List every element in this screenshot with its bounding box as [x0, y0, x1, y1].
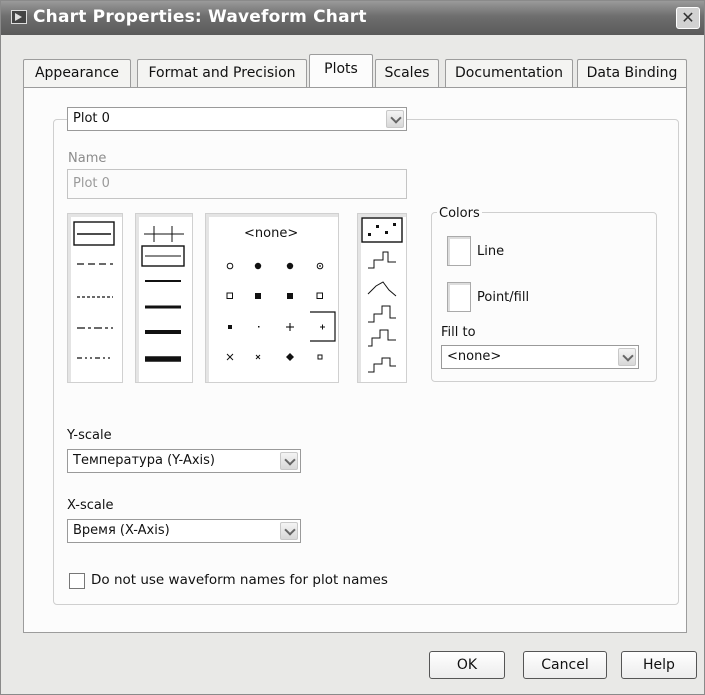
- x-scale-value: Время (X-Axis): [73, 523, 170, 538]
- interpolation-options[interactable]: [358, 214, 408, 384]
- interpolation-selected-box: [361, 217, 403, 243]
- fill-to-select[interactable]: <none>: [441, 345, 639, 369]
- interpolation-step-right[interactable]: [368, 305, 396, 323]
- point-square-dot[interactable]: [316, 292, 323, 299]
- chevron-down-icon[interactable]: [280, 452, 298, 470]
- point-small-square[interactable]: [228, 325, 232, 329]
- waveform-names-checkbox[interactable]: [69, 573, 85, 589]
- line-color-label: Line: [477, 244, 505, 259]
- fill-to-value: <none>: [447, 349, 502, 364]
- point-style-picker[interactable]: <none>: [205, 213, 339, 383]
- chevron-down-icon[interactable]: [618, 348, 636, 366]
- point-fill-label: Point/fill: [477, 290, 530, 305]
- interpolation-picker[interactable]: [357, 213, 407, 383]
- fill-to-label: Fill to: [441, 325, 476, 340]
- y-scale-label: Y-scale: [67, 428, 112, 443]
- line-width-options[interactable]: [136, 214, 194, 384]
- chevron-down-icon[interactable]: [280, 522, 298, 540]
- name-field-value: Plot 0: [73, 176, 110, 191]
- plot-selector[interactable]: Plot 0: [67, 107, 407, 131]
- line-style-options[interactable]: [68, 214, 124, 384]
- waveform-names-label: Do not use waveform names for plot names: [91, 572, 388, 588]
- tab-plots[interactable]: Plots: [309, 54, 373, 87]
- chart-properties-dialog: Chart Properties: Waveform Chart ✕ Appea…: [0, 0, 705, 695]
- app-icon: [11, 10, 27, 24]
- point-circle-dot-center: [319, 265, 321, 267]
- line-color-swatch[interactable]: [447, 236, 471, 266]
- line-width-picker[interactable]: [135, 213, 193, 383]
- point-filled-circle[interactable]: [254, 262, 262, 270]
- title-bar[interactable]: Chart Properties: Waveform Chart ✕: [1, 1, 704, 35]
- point-filled-square-large[interactable]: [287, 293, 293, 299]
- tab-documentation[interactable]: Documentation: [445, 59, 573, 87]
- point-pixel[interactable]: [258, 326, 260, 328]
- chevron-down-icon[interactable]: [386, 110, 404, 128]
- interpolation-step-left[interactable]: [368, 329, 396, 347]
- tab-appearance[interactable]: Appearance: [23, 59, 131, 87]
- x-scale-select[interactable]: Время (X-Axis): [67, 519, 301, 543]
- plot-selector-value: Plot 0: [73, 111, 110, 126]
- interpolation-step-mid[interactable]: [368, 357, 396, 373]
- tab-data-binding[interactable]: Data Binding: [577, 59, 687, 87]
- y-scale-value: Температура (Y-Axis): [73, 453, 215, 468]
- close-icon[interactable]: ✕: [676, 7, 700, 29]
- point-diamond[interactable]: [286, 353, 294, 361]
- cancel-button[interactable]: Cancel: [523, 651, 607, 679]
- y-scale-select[interactable]: Температура (Y-Axis): [67, 449, 301, 473]
- line-style-picker[interactable]: [67, 213, 123, 383]
- tab-scales[interactable]: Scales: [375, 59, 439, 87]
- point-style-none-label[interactable]: <none>: [244, 226, 298, 241]
- point-style-options[interactable]: <none>: [206, 214, 340, 384]
- point-hollow-circle[interactable]: [226, 262, 234, 270]
- colors-title: Colors: [437, 206, 482, 221]
- x-scale-label: X-scale: [67, 498, 114, 513]
- interpolation-linear[interactable]: [367, 281, 397, 297]
- point-tiny-square[interactable]: [317, 354, 323, 360]
- point-filled-square[interactable]: [255, 293, 261, 299]
- help-button[interactable]: Help: [621, 651, 697, 679]
- name-field: Plot 0: [67, 169, 407, 199]
- window-title: Chart Properties: Waveform Chart: [33, 7, 367, 27]
- tab-format-and-precision[interactable]: Format and Precision: [137, 59, 307, 87]
- interpolation-step-center[interactable]: [368, 251, 396, 269]
- point-hollow-square[interactable]: [226, 292, 233, 299]
- ok-button[interactable]: OK: [429, 651, 505, 679]
- point-filled-circle-large[interactable]: [286, 262, 294, 270]
- name-label: Name: [68, 151, 107, 166]
- point-fill-color-swatch[interactable]: [447, 282, 471, 312]
